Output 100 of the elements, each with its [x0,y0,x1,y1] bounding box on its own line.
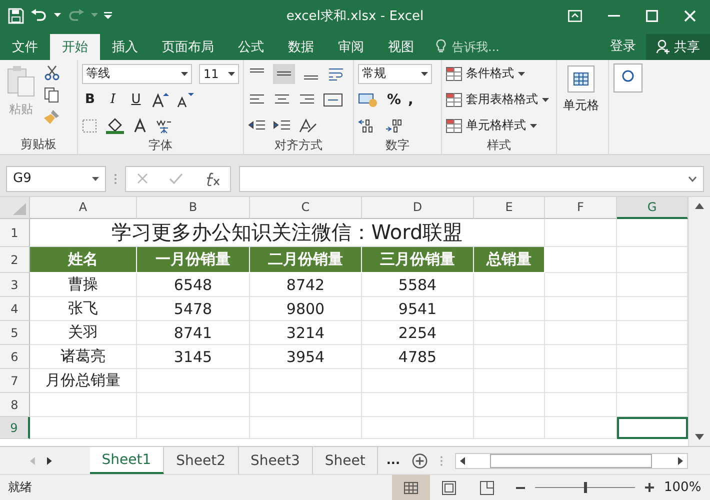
selected-cell[interactable] [617,417,688,440]
customize-icon[interactable] [104,12,112,20]
ribbon-tab[interactable]: 开始 [50,34,100,60]
font-color-icon[interactable] [132,118,148,134]
editing-icon[interactable] [613,62,643,93]
table-cell: 诸葛亮 [30,345,137,370]
table-cell: 2254 [362,321,474,346]
table-icon [567,64,595,93]
undo-icon[interactable] [30,8,48,24]
sheet-tab[interactable]: Sheet1 [90,447,164,474]
ribbon-tab[interactable]: 文件 [0,34,50,60]
font-name-dropdown[interactable]: 等线 [82,64,192,84]
cells-button[interactable]: 单元格 [561,62,601,154]
scissors-icon[interactable] [44,64,60,81]
more-sheets-button[interactable]: ... [378,447,400,474]
row-header[interactable]: 4 [0,297,30,322]
table-style-icon [446,92,462,107]
phonetic-icon[interactable] [155,118,173,134]
format-button[interactable]: I [105,92,121,108]
ribbon-tab[interactable]: 视图 [376,34,426,60]
scroll-right-icon[interactable] [46,456,52,464]
copy-icon[interactable] [44,86,60,103]
normal-view-button[interactable] [392,475,430,500]
align-middle-icon[interactable] [273,64,295,84]
column-header[interactable]: E [474,197,545,220]
increase-font-icon[interactable] [151,92,169,108]
border-icon[interactable] [82,118,98,133]
column-header[interactable]: D [362,197,474,220]
empty-cell [474,417,545,440]
name-box[interactable]: G9 [6,166,106,192]
clipboard-icon [6,64,36,97]
column-header[interactable]: F [545,197,617,220]
ribbon-tab[interactable]: 数据 [276,34,326,60]
column-header[interactable]: B [137,197,250,220]
minimize-icon[interactable] [608,14,620,17]
style-menu-button[interactable]: 套用表格格式 [446,88,552,111]
percent-button[interactable]: % [387,92,402,108]
grip-icon [114,172,117,185]
checkmark-icon[interactable] [168,173,182,184]
column-header[interactable]: G [617,197,688,220]
scroll-down-icon[interactable] [695,434,704,440]
ribbon-display-icon[interactable] [568,10,582,22]
font-size-dropdown[interactable]: 11 [199,64,239,84]
horizontal-scrollbar[interactable] [454,452,688,468]
scroll-right-icon[interactable] [678,456,683,464]
comma-button[interactable]: , [408,92,414,108]
column-header[interactable]: A [30,197,137,220]
row-header[interactable]: 6 [0,345,30,370]
ribbon-tab[interactable]: 审阅 [326,34,376,60]
grid-icon [404,482,418,494]
row-header[interactable]: 9 [0,417,30,440]
share-button[interactable]: 共享 [646,34,710,60]
add-sheet-icon[interactable] [412,452,428,468]
row-header[interactable]: 3 [0,273,30,298]
merge-center-icon[interactable] [323,92,343,107]
table-cell: 张飞 [30,297,137,322]
empty-cell [474,345,545,370]
style-menu-button[interactable]: 单元格样式 [446,114,552,137]
tell-me-field[interactable]: 告诉我... [450,38,524,55]
scroll-left-icon[interactable] [460,456,465,464]
table-cell: 6548 [137,273,250,298]
row-header[interactable]: 1 [0,219,30,248]
ribbon-tab[interactable]: 页面布局 [150,34,226,60]
empty-cell [474,321,545,346]
zoom-in-icon[interactable] [645,483,654,492]
fill-color-icon[interactable] [105,118,125,134]
zoom-level[interactable]: 100% [664,480,702,495]
header-cell: 二月份销量 [250,247,362,274]
table-cell: 5478 [137,297,250,322]
ribbon-tab[interactable]: 插入 [100,34,150,60]
slider-thumb[interactable] [584,482,587,493]
row-header[interactable]: 2 [0,247,30,274]
style-menu-button[interactable]: 条件格式 [446,62,552,85]
sign-in-link[interactable]: 登录 [600,34,646,60]
wrap-text-icon[interactable] [327,66,345,82]
scroll-up-icon[interactable] [695,203,704,210]
paintbrush-icon[interactable] [44,108,60,125]
column-header[interactable]: C [250,197,362,220]
format-button[interactable]: U [128,92,144,108]
expand-icon[interactable] [688,176,697,182]
number-format-dropdown[interactable]: 常规 [358,64,432,84]
maximize-icon[interactable] [646,10,658,22]
row-header[interactable]: 8 [0,393,30,418]
row-header[interactable]: 5 [0,321,30,346]
table-cell: 3145 [137,345,250,370]
grip-icon [440,454,443,466]
formula-input[interactable] [239,166,704,192]
group-label: 字体 [148,138,172,152]
empty-cell [545,297,617,322]
orientation-icon[interactable] [298,118,318,134]
currency-icon[interactable] [358,92,380,108]
ribbon-tab[interactable]: 公式 [226,34,276,60]
row-header[interactable]: 7 [0,369,30,394]
close-icon[interactable] [684,10,696,22]
table-style-icon [446,66,462,81]
save-icon[interactable] [8,8,24,24]
caret-icon[interactable] [54,13,61,18]
decrease-font-icon[interactable] [176,92,194,108]
format-button[interactable]: B [82,92,98,108]
vertical-scrollbar[interactable] [688,197,710,446]
